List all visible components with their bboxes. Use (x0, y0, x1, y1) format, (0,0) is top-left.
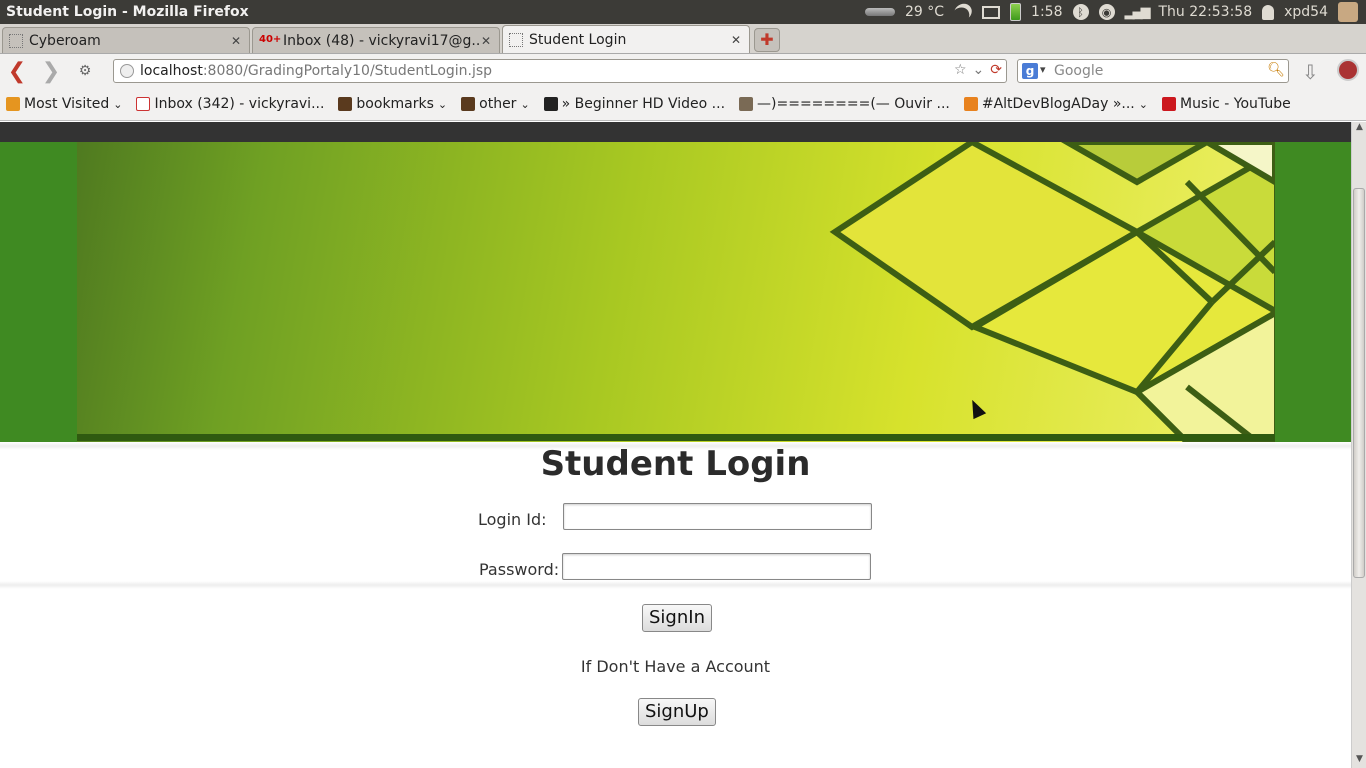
bookmark-ouvir[interactable]: —)========(— Ouvir ... (739, 96, 950, 112)
bluetooth-icon[interactable]: ᛒ (1072, 4, 1089, 20)
bookmark-label: other (479, 96, 517, 112)
tab-label: Student Login (529, 31, 627, 48)
folder-icon (461, 97, 476, 111)
bookmark-beginner-hd-video[interactable]: » Beginner HD Video ... (543, 96, 726, 112)
rss-icon (963, 97, 978, 111)
chevron-down-icon: ⌄ (113, 97, 123, 111)
bookmark-label: Most Visited (24, 96, 110, 112)
login-id-input[interactable] (563, 503, 872, 530)
bookmarks-toolbar: Most Visited ⌄ Inbox (342) - vickyravi...… (0, 88, 1366, 121)
header-banner-image (77, 142, 1275, 442)
bookmark-music-youtube[interactable]: Music - YouTube (1161, 96, 1291, 112)
new-tab-button[interactable]: ✚ (754, 28, 780, 52)
reload-icon[interactable]: ⟳ (990, 62, 1002, 78)
page-icon (739, 97, 754, 111)
search-bar[interactable]: g ▾ Google 🔍︎ (1017, 59, 1289, 83)
gmail-icon (136, 97, 151, 111)
tab-label: Inbox (48) - vickyravi17@g... (283, 32, 481, 49)
session-avatar-icon[interactable] (1338, 2, 1358, 22)
clock-text[interactable]: Thu 22:53:58 (1159, 4, 1253, 20)
banner-bottom-bar (77, 434, 1275, 441)
bookmark-altdevblogaday[interactable]: #AltDevBlogADay »... ⌄ (963, 96, 1148, 112)
user-icon[interactable] (1262, 4, 1275, 20)
home-icon[interactable]: ⚙ (68, 63, 102, 79)
account-hint-text: If Don't Have a Account (580, 657, 771, 676)
search-placeholder: Google (1054, 63, 1104, 79)
sound-icon[interactable]: ◉ (1098, 4, 1115, 20)
blank-page-icon (509, 32, 523, 47)
scroll-up-arrow-icon[interactable]: ▲ (1352, 122, 1366, 136)
engine-dropdown-icon[interactable]: ▾ (1040, 63, 1046, 76)
chevron-down-icon: ⌄ (1138, 97, 1148, 111)
navigation-toolbar: ❮ ❯ ⚙ localhost:8080/GradingPortaly10/St… (0, 54, 1366, 88)
battery-time[interactable]: 1:58 (1031, 4, 1062, 20)
window-title: Student Login - Mozilla Firefox (6, 4, 249, 20)
tab-strip: Cyberoam ✕ 40+ Inbox (48) - vickyravi17@… (0, 24, 1366, 54)
google-engine-icon[interactable]: g (1022, 63, 1038, 79)
password-label: Password: (479, 560, 560, 579)
bookmark-label: Inbox (342) - vickyravi... (154, 96, 325, 112)
bookmark-label: Music - YouTube (1179, 96, 1291, 112)
signin-button[interactable]: SignIn (642, 604, 712, 632)
url-actions: ☆ ⌄ ⟳ (954, 62, 1002, 78)
bookmark-inbox[interactable]: Inbox (342) - vickyravi... (136, 96, 324, 112)
url-path: :8080/GradingPortaly10/StudentLogin.jsp (202, 63, 493, 79)
addon-icon[interactable] (1337, 59, 1359, 81)
bookmark-star-icon[interactable]: ☆ (954, 62, 967, 78)
page-top-strip (0, 122, 1351, 142)
page-title: Student Login (540, 444, 811, 484)
forward-button[interactable]: ❯ (34, 59, 68, 84)
network-icon[interactable]: ▂▄▆ (1125, 5, 1151, 20)
url-host: localhost (140, 63, 203, 79)
chevron-down-icon: ⌄ (437, 97, 448, 111)
tab-close-icon[interactable]: ✕ (481, 35, 493, 47)
bookmark-folder-bookmarks[interactable]: bookmarks ⌄ (338, 96, 447, 112)
most-visited-icon (6, 97, 20, 111)
bookmark-label: bookmarks (356, 96, 434, 112)
gmail-icon: 40+ (259, 33, 282, 45)
bookmark-label: —)========(— Ouvir ... (757, 96, 950, 112)
system-top-panel: Student Login - Mozilla Firefox 29 °C 1:… (0, 0, 1366, 24)
username-text[interactable]: xpd54 (1284, 4, 1328, 20)
tab-close-icon[interactable]: ✕ (231, 35, 243, 47)
bookmark-most-visited[interactable]: Most Visited ⌄ (6, 96, 122, 112)
folder-icon (338, 97, 353, 111)
blank-page-icon (9, 33, 23, 48)
site-identity-icon[interactable] (120, 64, 134, 78)
password-input[interactable] (562, 553, 871, 580)
tab-label: Cyberoam (29, 32, 101, 49)
divider (0, 581, 1351, 589)
battery-icon[interactable] (1010, 3, 1022, 21)
download-icon[interactable]: ⇩ (1302, 60, 1319, 84)
back-button[interactable]: ❮ (0, 59, 34, 84)
history-dropdown-icon[interactable]: ⌄ (973, 62, 985, 78)
tab-inbox[interactable]: 40+ Inbox (48) - vickyravi17@g... ✕ (252, 27, 500, 53)
bookmark-label: » Beginner HD Video ... (561, 96, 726, 112)
temperature-text[interactable]: 29 °C (905, 4, 944, 20)
url-bar[interactable]: localhost:8080/GradingPortaly10/StudentL… (113, 59, 1007, 83)
page-scrollbar[interactable]: ▲ ▼ (1351, 122, 1366, 768)
tab-cyberoam[interactable]: Cyberoam ✕ (2, 27, 250, 53)
system-tray: 29 °C 1:58 ᛒ ◉ ▂▄▆ Thu 22:53:58 xpd54 (865, 2, 1366, 22)
tab-close-icon[interactable]: ✕ (731, 34, 743, 46)
bookmark-folder-other[interactable]: other ⌄ (461, 96, 530, 112)
page-viewport: Student Login Login Id: Password: SignIn… (0, 122, 1351, 768)
login-id-label: Login Id: (478, 510, 547, 529)
video-icon (543, 97, 558, 111)
scroll-down-arrow-icon[interactable]: ▼ (1352, 754, 1366, 768)
search-icon[interactable]: 🔍︎ (1267, 62, 1285, 78)
signup-button[interactable]: SignUp (638, 698, 716, 726)
youtube-icon (1161, 97, 1176, 111)
bookmark-label: #AltDevBlogADay »... (981, 96, 1135, 112)
diamond-pattern-graphic (829, 142, 1275, 442)
login-form-area: Student Login Login Id: Password: SignIn… (0, 442, 1351, 768)
moon-icon[interactable] (951, 1, 975, 24)
tab-student-login[interactable]: Student Login ✕ (502, 25, 750, 53)
scrollbar-thumb[interactable] (1353, 188, 1365, 578)
chevron-down-icon: ⌄ (520, 97, 530, 111)
weather-cloud-icon[interactable] (865, 8, 895, 16)
mail-icon[interactable] (982, 5, 1001, 19)
